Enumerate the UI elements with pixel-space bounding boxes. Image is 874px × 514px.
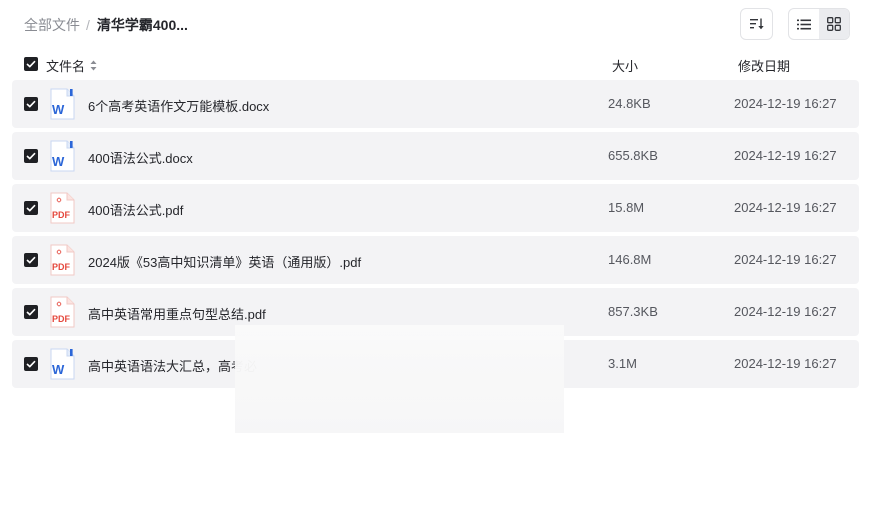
- select-all-checkbox[interactable]: [24, 57, 38, 71]
- list-view-button[interactable]: [789, 9, 819, 39]
- file-size: 3.1M: [608, 356, 637, 371]
- file-size: 655.8KB: [608, 148, 658, 163]
- grid-view-button[interactable]: [819, 9, 849, 39]
- list-view-icon: [797, 19, 811, 29]
- file-checkbox[interactable]: [24, 149, 38, 163]
- sort-button[interactable]: [740, 8, 773, 40]
- pdf-icon: PDF: [49, 192, 75, 224]
- pdf-icon: PDF: [49, 244, 75, 276]
- column-header-name-label: 文件名: [46, 59, 86, 74]
- file-size: 146.8M: [608, 252, 652, 267]
- file-size: 15.8M: [608, 200, 645, 215]
- pdf-icon: PDF: [49, 296, 75, 328]
- column-header-date: 修改日期: [738, 59, 791, 74]
- table-header: 文件名 大小 修改日期: [0, 52, 874, 76]
- breadcrumb-separator: /: [86, 17, 90, 33]
- breadcrumb-root-link[interactable]: 全部文件: [24, 15, 80, 35]
- file-checkbox[interactable]: [24, 253, 38, 267]
- breadcrumb-current: 清华学霸400...: [96, 17, 188, 33]
- file-row[interactable]: PDF 2024版《53高中知识清单》英语（通用版）.pdf 146.8M 2024-…: [12, 236, 859, 284]
- file-checkbox[interactable]: [24, 357, 38, 371]
- sort-caret-icon: [90, 60, 97, 71]
- check-icon: [26, 60, 36, 68]
- file-modified-date: 2024-12-19 16:27: [734, 252, 837, 267]
- check-icon: [26, 308, 36, 316]
- word-doc-icon: W: [49, 348, 75, 380]
- grid-view-icon: [827, 17, 841, 31]
- check-icon: [26, 256, 36, 264]
- word-doc-icon: W: [49, 88, 75, 120]
- file-checkbox[interactable]: [24, 97, 38, 111]
- column-header-name[interactable]: 文件名: [46, 56, 97, 75]
- check-icon: [26, 360, 36, 368]
- file-name[interactable]: 400语法公式.docx: [88, 148, 193, 167]
- file-size: 24.8KB: [608, 96, 651, 111]
- loading-overlay: [235, 325, 564, 433]
- file-row[interactable]: W 6个高考英语作文万能模板.docx 24.8KB 2024-12-19 16:27: [12, 80, 859, 128]
- view-toggle: [788, 8, 850, 40]
- file-modified-date: 2024-12-19 16:27: [734, 148, 837, 163]
- svg-text:PDF: PDF: [52, 210, 71, 220]
- word-doc-icon: W: [49, 140, 75, 172]
- svg-text:W: W: [52, 154, 65, 169]
- file-name[interactable]: 2024版《53高中知识清单》英语（通用版）.pdf: [88, 252, 361, 271]
- file-row[interactable]: PDF 400语法公式.pdf 15.8M 2024-12-19 16:27: [12, 184, 859, 232]
- file-modified-date: 2024-12-19 16:27: [734, 200, 837, 215]
- svg-text:PDF: PDF: [52, 314, 71, 324]
- file-checkbox[interactable]: [24, 305, 38, 319]
- column-header-size: 大小: [612, 59, 639, 74]
- file-name[interactable]: 高中英语常用重点句型总结.pdf: [88, 304, 266, 323]
- svg-text:W: W: [52, 362, 65, 377]
- check-icon: [26, 152, 36, 160]
- file-name[interactable]: 400语法公式.pdf: [88, 200, 183, 219]
- svg-text:W: W: [52, 102, 65, 117]
- breadcrumb: 全部文件 / 清华学霸400...: [24, 15, 188, 35]
- file-modified-date: 2024-12-19 16:27: [734, 304, 837, 319]
- top-bar: 全部文件 / 清华学霸400...: [0, 0, 874, 48]
- file-modified-date: 2024-12-19 16:27: [734, 96, 837, 111]
- svg-text:PDF: PDF: [52, 262, 71, 272]
- file-size: 857.3KB: [608, 304, 658, 319]
- sort-icon: [749, 18, 764, 30]
- file-row[interactable]: W 400语法公式.docx 655.8KB 2024-12-19 16:27: [12, 132, 859, 180]
- file-checkbox[interactable]: [24, 201, 38, 215]
- file-name[interactable]: 高中英语语法大汇总，高考必: [88, 356, 257, 375]
- check-icon: [26, 204, 36, 212]
- check-icon: [26, 100, 36, 108]
- file-modified-date: 2024-12-19 16:27: [734, 356, 837, 371]
- file-name[interactable]: 6个高考英语作文万能模板.docx: [88, 96, 269, 115]
